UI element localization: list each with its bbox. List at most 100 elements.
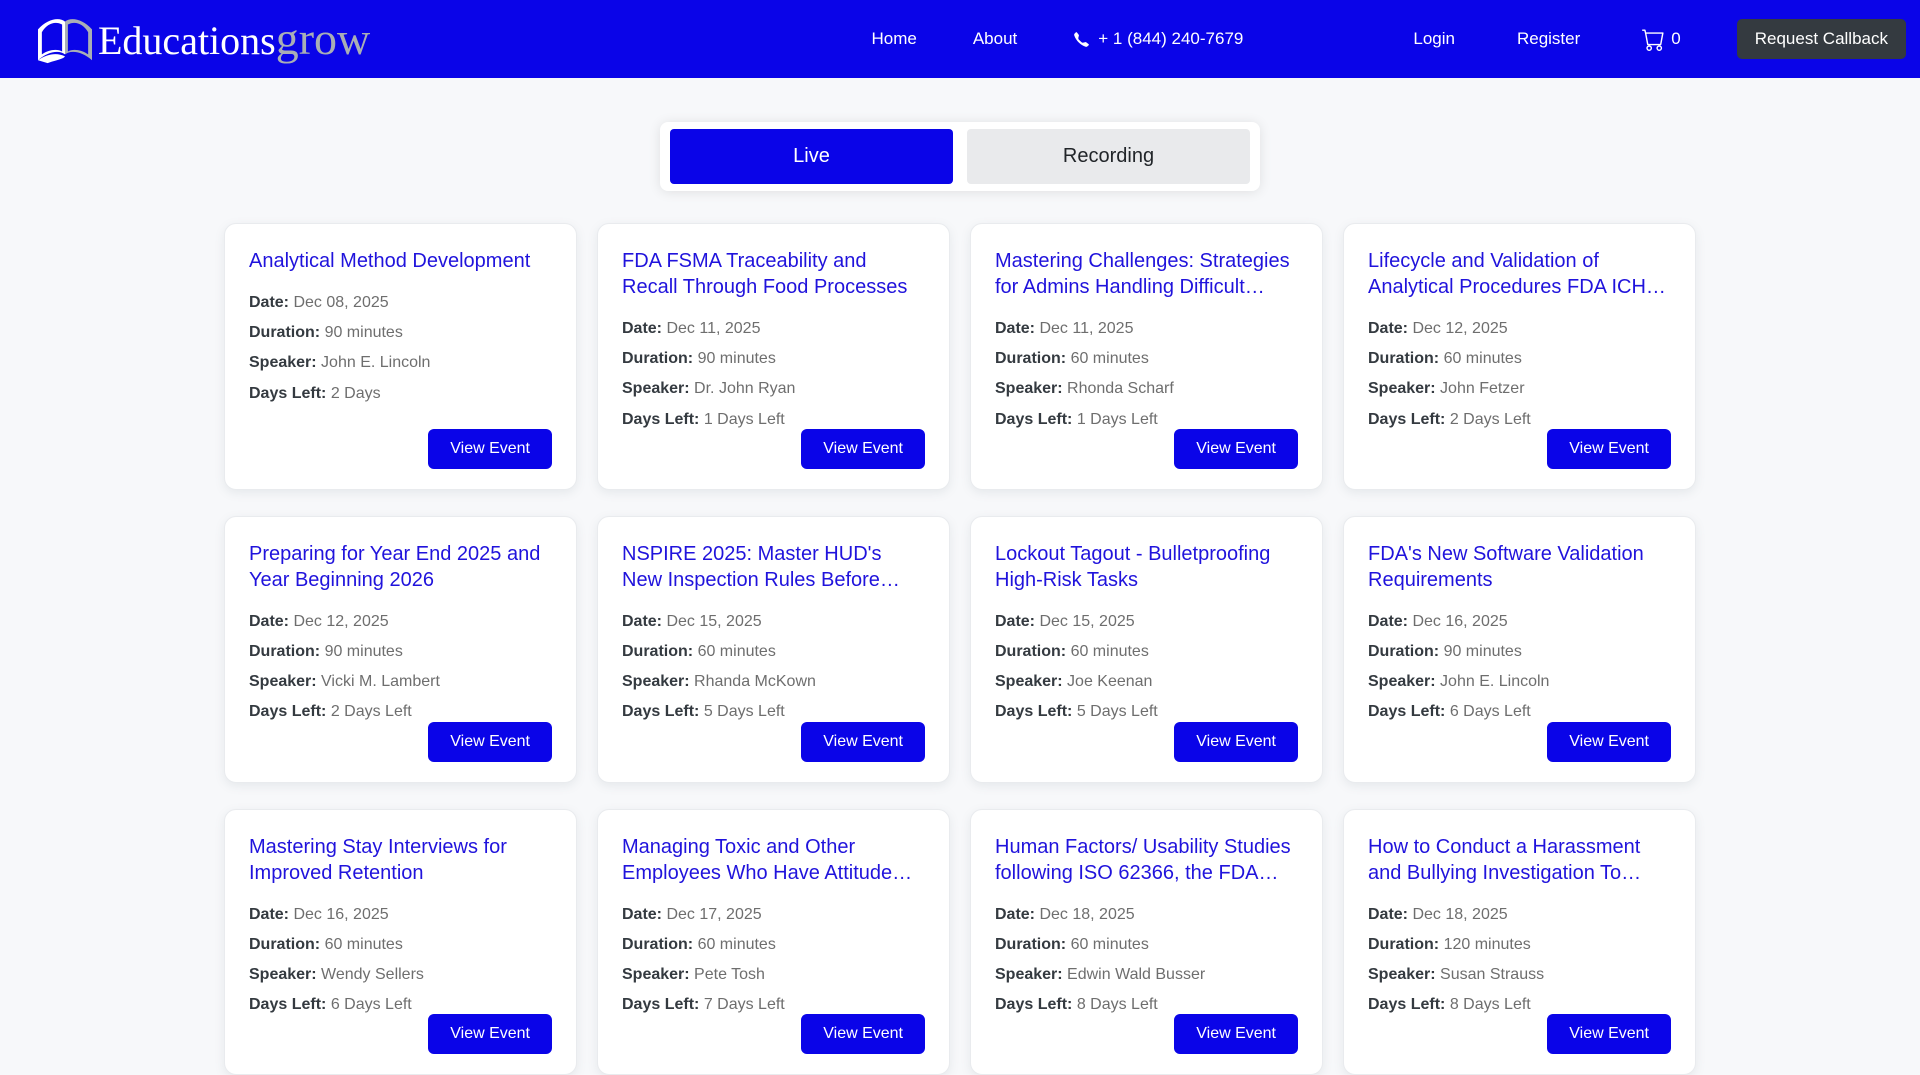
event-duration-row: Duration: 60 minutes — [249, 935, 552, 954]
view-event-button[interactable]: View Event — [428, 722, 552, 762]
speaker-label: Speaker: — [249, 354, 317, 371]
speaker-value: Edwin Wald Busser — [1067, 966, 1205, 983]
event-speaker-row: Speaker: Dr. John Ryan — [622, 379, 925, 398]
event-date-row: Date: Dec 18, 2025 — [995, 905, 1298, 924]
event-title[interactable]: Lifecycle and Validation of Analytical P… — [1368, 248, 1671, 300]
event-duration-row: Duration: 60 minutes — [622, 642, 925, 661]
duration-value: 60 minutes — [698, 643, 776, 660]
event-title[interactable]: Mastering Challenges: Strategies for Adm… — [995, 248, 1298, 300]
request-callback-button[interactable]: Request Callback — [1737, 19, 1906, 59]
days-left-value: 5 Days Left — [704, 703, 785, 720]
event-title[interactable]: Preparing for Year End 2025 and Year Beg… — [249, 541, 552, 593]
date-value: Dec 15, 2025 — [666, 613, 761, 630]
view-event-button[interactable]: View Event — [1547, 722, 1671, 762]
date-value: Dec 18, 2025 — [1412, 906, 1507, 923]
duration-value: 60 minutes — [1444, 350, 1522, 367]
view-event-button[interactable]: View Event — [1174, 1014, 1298, 1054]
event-duration-row: Duration: 90 minutes — [249, 642, 552, 661]
cart-count: 0 — [1671, 29, 1680, 49]
view-event-button[interactable]: View Event — [801, 429, 925, 469]
view-event-button[interactable]: View Event — [1547, 1014, 1671, 1054]
date-label: Date: — [249, 294, 289, 311]
event-card: FDA's New Software Validation Requiremen… — [1343, 516, 1696, 783]
event-days-left-row: Days Left: 6 Days Left — [1368, 702, 1671, 721]
event-duration-row: Duration: 120 minutes — [1368, 935, 1671, 954]
event-title[interactable]: Human Factors/ Usability Studies followi… — [995, 834, 1298, 886]
event-days-left-row: Days Left: 2 Days Left — [249, 702, 552, 721]
view-event-button[interactable]: View Event — [1547, 429, 1671, 469]
event-duration-row: Duration: 90 minutes — [622, 349, 925, 368]
days-left-value: 8 Days Left — [1077, 996, 1158, 1013]
speaker-label: Speaker: — [1368, 380, 1436, 397]
event-card: Lifecycle and Validation of Analytical P… — [1343, 223, 1696, 490]
event-duration-row: Duration: 90 minutes — [1368, 642, 1671, 661]
view-event-button[interactable]: View Event — [801, 1014, 925, 1054]
days-left-value: 1 Days Left — [1077, 411, 1158, 428]
event-days-left-row: Days Left: 5 Days Left — [995, 702, 1298, 721]
event-title[interactable]: Analytical Method Development — [249, 248, 552, 274]
cart-icon — [1642, 28, 1665, 51]
speaker-value: Pete Tosh — [694, 966, 765, 983]
nav-item-login[interactable]: Login — [1413, 29, 1455, 49]
event-days-left-row: Days Left: 8 Days Left — [1368, 995, 1671, 1014]
nav-item-phone[interactable]: + 1 (844) 240-7679 — [1073, 29, 1243, 49]
duration-label: Duration: — [249, 936, 320, 953]
event-title[interactable]: Lockout Tagout - Bulletproofing High-Ris… — [995, 541, 1298, 593]
tab-live[interactable]: Live — [670, 129, 953, 184]
events-grid: Analytical Method Development Date: Dec … — [224, 223, 1696, 1075]
event-title[interactable]: Mastering Stay Interviews for Improved R… — [249, 834, 552, 886]
phone-number: + 1 (844) 240-7679 — [1098, 29, 1243, 49]
date-value: Dec 18, 2025 — [1039, 906, 1134, 923]
days-left-value: 2 Days — [331, 385, 381, 402]
days-left-label: Days Left: — [622, 996, 699, 1013]
event-duration-row: Duration: 60 minutes — [1368, 349, 1671, 368]
brand-name-primary: Educations — [98, 18, 276, 63]
date-value: Dec 12, 2025 — [1412, 320, 1507, 337]
event-title[interactable]: How to Conduct a Harassment and Bullying… — [1368, 834, 1671, 886]
speaker-value: John E. Lincoln — [321, 354, 430, 371]
days-left-label: Days Left: — [1368, 411, 1445, 428]
duration-label: Duration: — [1368, 936, 1439, 953]
nav-item-home[interactable]: Home — [871, 29, 916, 49]
nav-item-register[interactable]: Register — [1517, 29, 1580, 49]
view-event-button[interactable]: View Event — [1174, 429, 1298, 469]
duration-value: 120 minutes — [1444, 936, 1531, 953]
event-title[interactable]: FDA FSMA Traceability and Recall Through… — [622, 248, 925, 300]
days-left-label: Days Left: — [249, 385, 326, 402]
tab-recording[interactable]: Recording — [967, 129, 1250, 184]
event-speaker-row: Speaker: Rhanda McKown — [622, 672, 925, 691]
view-event-button[interactable]: View Event — [428, 429, 552, 469]
date-value: Dec 16, 2025 — [1412, 613, 1507, 630]
cart-link[interactable]: 0 — [1642, 28, 1680, 51]
view-event-button[interactable]: View Event — [428, 1014, 552, 1054]
brand-name: Educationsgrow — [98, 16, 370, 62]
date-label: Date: — [1368, 906, 1408, 923]
duration-label: Duration: — [995, 643, 1066, 660]
date-label: Date: — [622, 613, 662, 630]
event-speaker-row: Speaker: John E. Lincoln — [1368, 672, 1671, 691]
date-value: Dec 08, 2025 — [293, 294, 388, 311]
date-label: Date: — [995, 320, 1035, 337]
date-label: Date: — [249, 906, 289, 923]
duration-value: 60 minutes — [1071, 350, 1149, 367]
speaker-label: Speaker: — [995, 966, 1063, 983]
event-days-left-row: Days Left: 2 Days Left — [1368, 410, 1671, 429]
duration-label: Duration: — [995, 350, 1066, 367]
duration-label: Duration: — [622, 643, 693, 660]
date-label: Date: — [1368, 613, 1408, 630]
nav-item-about[interactable]: About — [973, 29, 1017, 49]
event-duration-row: Duration: 60 minutes — [995, 935, 1298, 954]
event-title[interactable]: NSPIRE 2025: Master HUD's New Inspection… — [622, 541, 925, 593]
event-days-left-row: Days Left: 1 Days Left — [995, 410, 1298, 429]
event-speaker-row: Speaker: Susan Strauss — [1368, 965, 1671, 984]
date-label: Date: — [622, 906, 662, 923]
event-title[interactable]: Managing Toxic and Other Employees Who H… — [622, 834, 925, 886]
view-event-button[interactable]: View Event — [1174, 722, 1298, 762]
event-speaker-row: Speaker: Joe Keenan — [995, 672, 1298, 691]
date-value: Dec 16, 2025 — [293, 906, 388, 923]
event-days-left-row: Days Left: 1 Days Left — [622, 410, 925, 429]
days-left-label: Days Left: — [995, 411, 1072, 428]
view-event-button[interactable]: View Event — [801, 722, 925, 762]
event-title[interactable]: FDA's New Software Validation Requiremen… — [1368, 541, 1671, 593]
brand-logo[interactable]: Educationsgrow — [34, 12, 370, 66]
